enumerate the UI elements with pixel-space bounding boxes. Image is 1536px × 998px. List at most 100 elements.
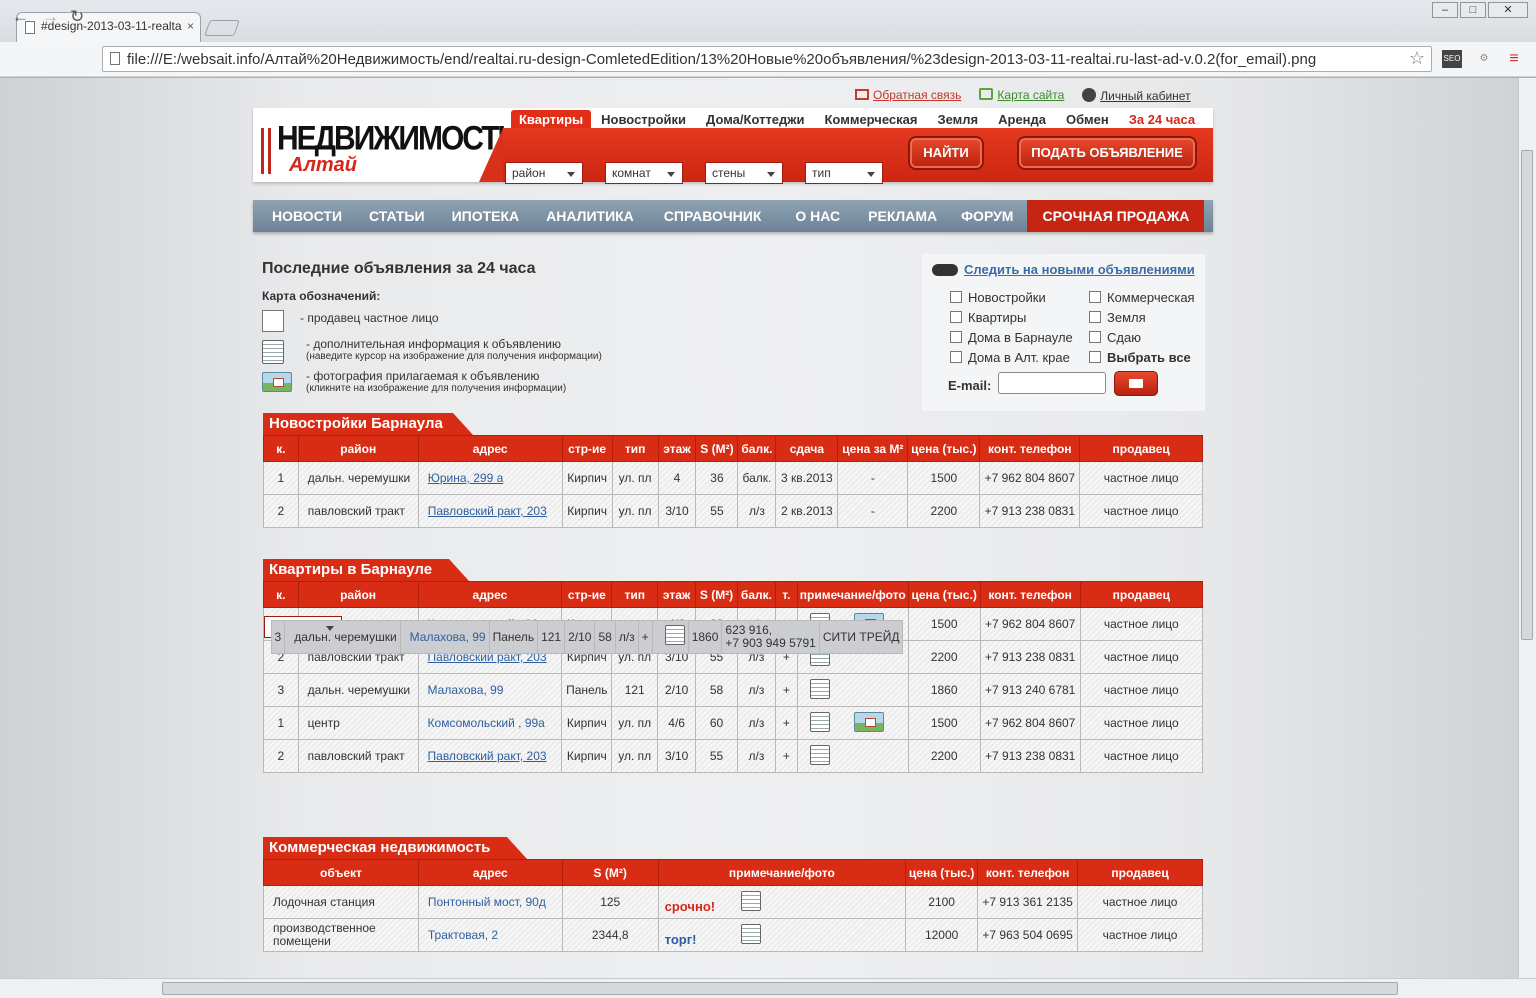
- column-header: продавец: [1079, 435, 1203, 462]
- bookmark-star-icon[interactable]: ☆: [1409, 48, 1425, 69]
- table-cell: +: [774, 739, 798, 773]
- checkbox-icon: [1089, 331, 1101, 343]
- main-menu: НОВОСТИ СТАТЬИ ИПОТЕКА АНАЛИТИКА СПРАВОЧ…: [253, 200, 1213, 232]
- email-field[interactable]: [998, 372, 1106, 394]
- address-bar[interactable]: file:///E:/websait.info/Алтай%20Недвижим…: [102, 46, 1432, 72]
- address-link[interactable]: Павловский ракт, 203: [428, 749, 547, 763]
- menu-about[interactable]: О НАС: [795, 200, 840, 232]
- table-cell: частное лицо: [1079, 494, 1203, 528]
- close-tab-icon[interactable]: ×: [187, 19, 194, 33]
- vertical-scrollbar[interactable]: [1518, 78, 1536, 978]
- menu-forum[interactable]: ФОРУМ: [961, 200, 1013, 232]
- notepad-icon[interactable]: [740, 890, 761, 911]
- menu-urgent-sale[interactable]: СРОЧНАЯ ПРОДАЖА: [1027, 200, 1205, 232]
- extension-icon[interactable]: ⚙: [1474, 50, 1494, 68]
- table-cell: частное лицо: [1079, 461, 1203, 495]
- maximize-icon[interactable]: □: [1460, 2, 1486, 18]
- scroll-thumb[interactable]: [1521, 150, 1533, 640]
- find-button[interactable]: НАЙТИ: [908, 136, 984, 170]
- table-cell: производственное помещени: [263, 918, 419, 952]
- table-cell: [651, 619, 689, 654]
- user-icon: [1082, 88, 1097, 102]
- top-links: Обратная связь Карта сайта Личный кабине…: [855, 88, 1191, 103]
- house-photo-icon[interactable]: [853, 711, 884, 732]
- checkbox-apartments[interactable]: Квартиры: [950, 310, 1026, 325]
- address-link[interactable]: Трактовая, 2: [428, 928, 498, 942]
- reload-icon[interactable]: ↻: [70, 7, 84, 27]
- checkbox-commercial[interactable]: Коммерческая: [1089, 290, 1195, 305]
- table-cell: 12000: [905, 918, 979, 952]
- table-cell: 58: [695, 673, 738, 707]
- new-tab-button[interactable]: [204, 20, 240, 36]
- scroll-thumb[interactable]: [162, 982, 1398, 995]
- checkbox-label: Дома в Алт. крае: [968, 350, 1070, 365]
- minimize-icon[interactable]: –: [1432, 2, 1458, 18]
- table-cell: 2200: [907, 494, 981, 528]
- checkbox-new-buildings[interactable]: Новостройки: [950, 290, 1046, 305]
- checkbox-label: Земля: [1107, 310, 1146, 325]
- horizontal-scrollbar[interactable]: [0, 978, 1536, 998]
- email-label: E-mail:: [948, 378, 992, 393]
- subscribe-link[interactable]: Следить на новыми объявлениями: [964, 262, 1195, 277]
- send-email-button[interactable]: [1114, 371, 1158, 396]
- address-link[interactable]: Юрина, 299 а: [428, 471, 504, 485]
- post-ad-button[interactable]: ПОДАТЬ ОБЪЯВЛЕНИЕ: [1017, 136, 1197, 170]
- table-cell: частное лицо: [1079, 739, 1204, 773]
- notepad-icon[interactable]: [809, 678, 830, 699]
- forward-icon[interactable]: →: [42, 7, 59, 27]
- address-link[interactable]: Малахова, 99: [428, 683, 504, 697]
- checkbox-select-all[interactable]: Выбрать все: [1089, 350, 1191, 365]
- notepad-icon[interactable]: [809, 744, 830, 765]
- table-row: производственное помещени Трактовая, 2 234…: [263, 918, 1203, 952]
- district-select[interactable]: район: [505, 162, 583, 184]
- rooms-select[interactable]: комнат: [605, 162, 683, 184]
- menu-news[interactable]: НОВОСТИ: [272, 200, 342, 232]
- mail-icon: [855, 89, 869, 100]
- section-apartments-title: Квартиры в Барнауле: [263, 559, 469, 581]
- address-link[interactable]: Комсомольский , 99а: [428, 716, 545, 730]
- menu-ads[interactable]: РЕКЛАМА: [868, 200, 937, 232]
- notepad-icon[interactable]: [664, 625, 685, 645]
- logo[interactable]: НЕДВИЖИМОСТЬ Алтай: [253, 108, 519, 182]
- table-cell: Панель: [488, 619, 539, 654]
- menu-reference[interactable]: СПРАВОЧНИК: [664, 200, 762, 232]
- table-cell: балк.: [737, 461, 777, 495]
- checkbox-houses-altai[interactable]: Дома в Алт. крае: [950, 350, 1070, 365]
- table-cell: -: [837, 494, 909, 528]
- checkbox-rent-out[interactable]: Сдаю: [1089, 330, 1141, 345]
- table-cell: 2: [263, 494, 299, 528]
- table-cell: Павловский ракт, 203: [417, 494, 563, 528]
- address-link[interactable]: Понтонный мост, 90д: [428, 895, 546, 909]
- table-cell: ул. пл: [611, 461, 659, 495]
- site-header: НЕДВИЖИМОСТЬ Алтай Квартиры Новостройки …: [253, 108, 1213, 184]
- table-row: 3 дальн. черемушки Малахова, 99 Панель 121 2/…: [263, 673, 1204, 707]
- table-cell: 3 кв.2013: [775, 461, 839, 495]
- feedback-link[interactable]: Обратная связь: [855, 88, 961, 103]
- table-cell: 1500: [907, 461, 981, 495]
- apartments-table: к. район адрес стр-ие тип этаж S (М²) балк. т. пр…: [263, 581, 1204, 773]
- table-cell: павловский тракт: [297, 739, 419, 773]
- walls-select[interactable]: стены: [705, 162, 783, 184]
- menu-articles[interactable]: СТАТЬИ: [369, 200, 425, 232]
- menu-mortgage[interactable]: ИПОТЕКА: [452, 200, 520, 232]
- checkbox-land[interactable]: Земля: [1089, 310, 1146, 325]
- back-icon[interactable]: ←: [12, 7, 29, 27]
- sitemap-link[interactable]: Карта сайта: [979, 88, 1064, 103]
- notepad-icon[interactable]: [740, 923, 761, 944]
- table-cell: [796, 739, 909, 773]
- notepad-icon[interactable]: [809, 711, 830, 732]
- cabinet-link[interactable]: Личный кабинет: [1082, 88, 1191, 103]
- type-select[interactable]: тип: [805, 162, 883, 184]
- table-cell: +7 963 504 0695: [977, 918, 1079, 952]
- menu-icon[interactable]: ≡: [1504, 50, 1524, 68]
- page-viewport: Обратная связь Карта сайта Личный кабине…: [0, 78, 1518, 978]
- close-window-icon[interactable]: ✕: [1488, 2, 1528, 18]
- address-link[interactable]: Павловский ракт, 203: [428, 504, 547, 518]
- address-link[interactable]: Малахова, 99: [410, 630, 486, 644]
- menu-analytics[interactable]: АНАЛИТИКА: [546, 200, 634, 232]
- checkbox-houses-barnaul[interactable]: Дома в Барнауле: [950, 330, 1073, 345]
- table-cell: срочно!: [657, 885, 907, 919]
- table-cell: 2344,8: [561, 918, 659, 952]
- table-cell: Павловский ракт, 203: [417, 739, 563, 773]
- seo-extension-icon[interactable]: SEO: [1442, 50, 1462, 68]
